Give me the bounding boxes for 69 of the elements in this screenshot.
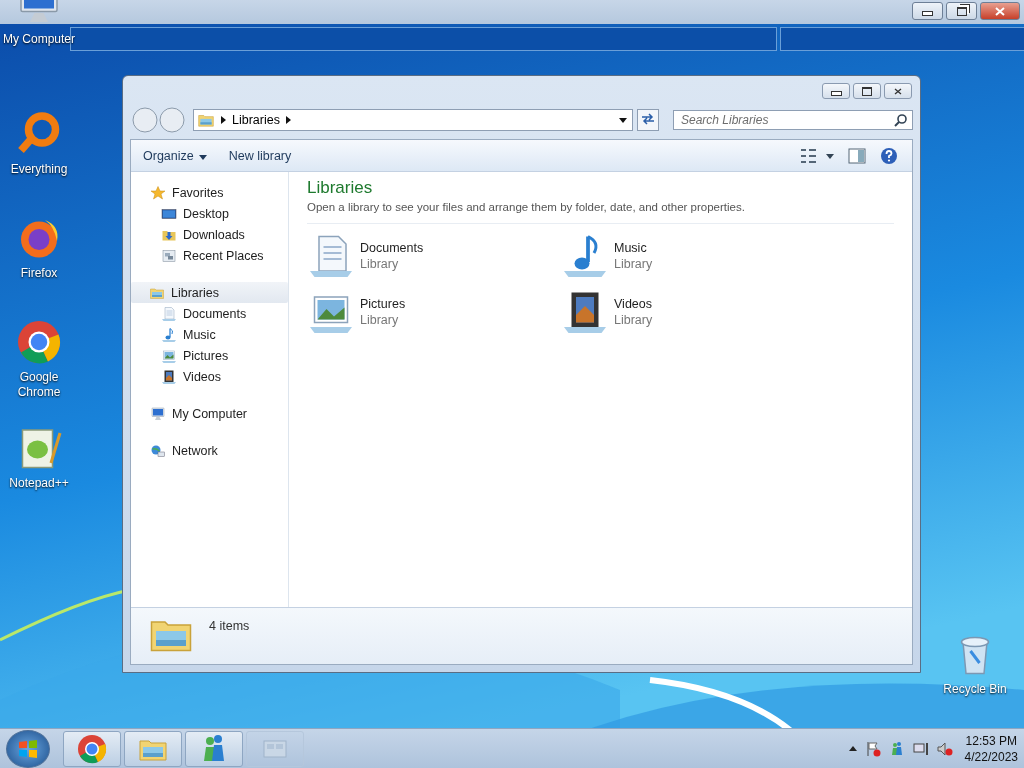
nav-item[interactable]: Libraries [131,282,288,303]
nav-item[interactable]: Pictures [131,345,288,366]
view-options-icon[interactable] [800,147,834,164]
desktop-icon-label[interactable]: Firefox [20,266,58,281]
desktop-icon-label[interactable]: Google Chrome [2,370,76,400]
nav-item[interactable]: Favorites [131,182,288,203]
windows-logo-icon [17,737,39,760]
chrome-icon [15,318,63,366]
minimize-button[interactable] [822,83,850,99]
documents-icon [161,305,177,322]
nav-item[interactable]: Music [131,324,288,345]
page-description: Open a library to see your files and arrange them by folder, date, and other properties. [307,201,894,224]
nav-item[interactable]: My Computer [131,403,288,424]
chevron-icon[interactable] [221,116,226,124]
item-count: 4 items [209,619,250,633]
search-icon [894,113,908,127]
desktop-icon-label[interactable]: My Computer [3,32,75,47]
clock-time[interactable]: 12:53 PM [965,732,1017,749]
library-name[interactable]: Music [614,241,653,255]
dropdown-arrow-icon [198,154,207,160]
nav-item[interactable]: Documents [131,303,288,324]
flag-icon[interactable] [864,740,881,757]
recent-icon [161,247,177,264]
refresh-icon [641,112,655,125]
close-button[interactable] [884,83,912,99]
show-hidden-icons-icon[interactable] [848,746,857,751]
star-icon [150,184,166,201]
start-button[interactable] [6,729,50,768]
music-icon [561,232,609,280]
library-name[interactable]: Videos [614,297,653,311]
chrome-icon [76,732,108,765]
speaker-muted-icon[interactable] [936,740,953,757]
dropdown-arrow-icon[interactable] [619,117,627,123]
pictures-icon [161,347,177,364]
close-button[interactable] [980,2,1020,20]
maximize-button[interactable] [853,83,881,99]
search-field[interactable]: Search Libraries [673,110,913,130]
music-icon [161,326,177,343]
nav-item[interactable]: Downloads [131,224,288,245]
library-type: Library [360,313,400,327]
computer-icon [150,405,166,422]
chevron-icon[interactable] [285,116,291,124]
help-icon[interactable] [880,146,898,165]
nav-item[interactable]: Network [131,440,288,461]
taskbar-button[interactable] [63,730,121,767]
close-icon [894,87,902,95]
desktop-icon-label[interactable]: Everything [10,162,68,177]
library-type: Library [614,313,653,327]
refresh-button[interactable] [637,109,659,131]
network-icon[interactable] [912,740,929,757]
breadcrumb[interactable]: Libraries [232,113,280,127]
toolbar-button[interactable]: New library [224,145,296,166]
clock-date[interactable]: 4/22/2023 [964,748,1018,765]
taskbar-button[interactable] [185,730,243,767]
library-name[interactable]: Documents [360,241,424,255]
nav-item[interactable]: Videos [131,366,288,387]
nav-item[interactable]: Desktop [131,203,288,224]
videos-icon [161,368,177,385]
library-type: Library [360,257,400,271]
restore-button[interactable] [946,2,977,20]
library-type: Library [614,257,653,271]
address-bar[interactable]: Libraries [193,109,633,131]
page-heading: Libraries [307,178,374,198]
library-name[interactable]: Pictures [360,297,406,311]
desktop-icon-label[interactable]: Notepad++ [9,476,69,491]
toolbar-button[interactable]: Organize [139,145,211,166]
nav-item[interactable]: Recent Places [131,245,288,266]
close-icon [995,6,1005,16]
minimize-button[interactable] [912,2,943,20]
